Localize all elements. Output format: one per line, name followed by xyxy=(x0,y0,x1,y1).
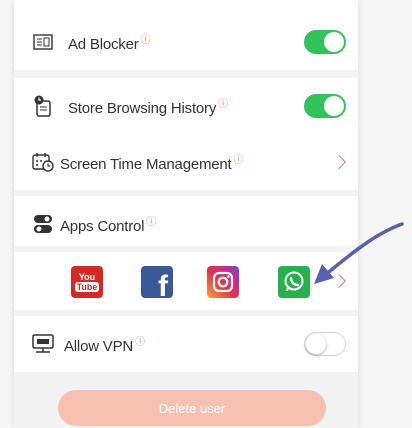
allow-vpn-row: Allow VPN ⓘ xyxy=(14,316,358,372)
ad-blocker-label: Ad Blocker ⓘ xyxy=(68,35,151,53)
delete-user-button[interactable]: Delete user xyxy=(58,390,326,426)
history-icon xyxy=(32,95,54,117)
store-history-row: Store Browsing History ⓘ xyxy=(14,78,358,134)
instagram-icon[interactable] xyxy=(207,266,239,298)
allow-vpn-label: Allow VPN ⓘ xyxy=(64,337,145,355)
screen-time-row[interactable]: Screen Time Management ⓘ xyxy=(14,134,358,190)
vpn-icon xyxy=(32,333,54,355)
annotation-arrow-icon xyxy=(314,222,404,284)
youtube-icon[interactable]: You Tube xyxy=(71,266,103,298)
allow-vpn-toggle[interactable] xyxy=(304,332,346,356)
apps-control-label: Apps Control ⓘ xyxy=(60,217,157,235)
info-icon[interactable]: ⓘ xyxy=(218,99,228,110)
toggles-icon xyxy=(32,213,54,235)
chevron-right-icon[interactable] xyxy=(331,154,347,170)
store-history-toggle[interactable] xyxy=(304,94,346,118)
calendar-clock-icon xyxy=(32,151,54,173)
store-history-label: Store Browsing History ⓘ xyxy=(68,99,228,117)
ad-blocker-icon xyxy=(32,31,54,53)
ad-blocker-row: Ad Blocker ⓘ xyxy=(14,14,358,70)
info-icon[interactable]: ⓘ xyxy=(146,217,156,228)
info-icon[interactable]: ⓘ xyxy=(135,337,145,348)
facebook-icon[interactable]: f xyxy=(141,266,173,298)
info-icon[interactable]: ⓘ xyxy=(141,35,151,46)
ad-blocker-toggle[interactable] xyxy=(304,30,346,54)
screen-time-label: Screen Time Management ⓘ xyxy=(60,155,244,173)
info-icon[interactable]: ⓘ xyxy=(234,155,244,166)
